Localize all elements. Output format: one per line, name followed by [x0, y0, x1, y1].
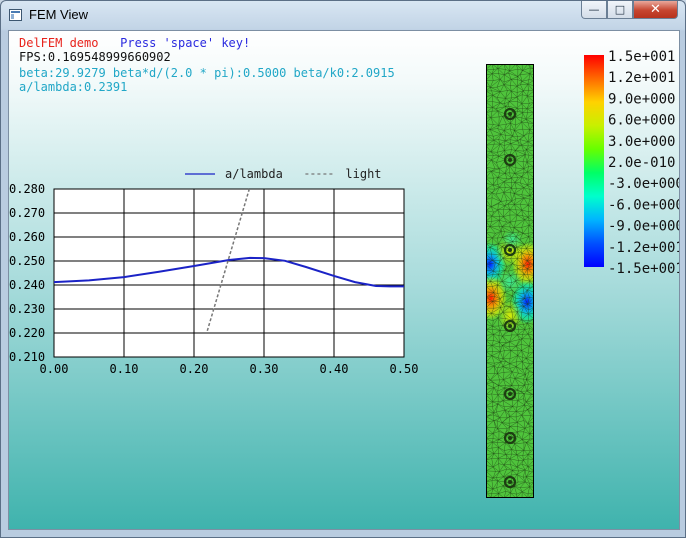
x-tick-label: 0.40 — [320, 362, 349, 376]
y-tick-label: 0.210 — [9, 350, 45, 364]
plot-area — [53, 188, 405, 358]
color-bar-label: 9.0e+000 — [608, 91, 675, 107]
legend-label-light: light — [345, 167, 381, 181]
color-bar-label: -3.0e+000 — [608, 176, 680, 192]
mesh-node-center — [508, 324, 512, 328]
y-tick-label: 0.230 — [9, 302, 45, 316]
mesh-node-center — [508, 436, 512, 440]
x-tick-label: 0.10 — [110, 362, 139, 376]
color-bar-label: 2.0e-010 — [608, 155, 675, 171]
fem-mesh-field — [486, 64, 534, 498]
y-tick-label: 0.240 — [9, 278, 45, 292]
mesh-node-center — [508, 480, 512, 484]
color-bar-label: 3.0e+000 — [608, 134, 675, 150]
x-tick-label: 0.20 — [180, 362, 209, 376]
y-tick-label: 0.260 — [9, 230, 45, 244]
color-bar-label: -1.5e+001 — [608, 261, 680, 277]
fps-readout: FPS:0.169548999660902 — [19, 50, 171, 64]
info-line-1: DelFEM demo Press 'space' key! — [19, 36, 250, 50]
beta-readout: beta:29.9279 beta*d/(2.0 * pi):0.5000 be… — [19, 66, 395, 80]
y-tick-label: 0.280 — [9, 182, 45, 196]
mesh-node-center — [508, 158, 512, 162]
fem-view-window: FEM View — □ ✕ DelFEM demo Press 'space'… — [0, 0, 686, 538]
demo-label: DelFEM demo — [19, 36, 99, 50]
window-controls: — □ ✕ — [581, 1, 678, 20]
space-key-prompt: Press 'space' key! — [120, 36, 251, 50]
x-tick-label: 0.30 — [250, 362, 279, 376]
legend-label-alambda: a/lambda — [225, 167, 283, 181]
color-bar-label: -6.0e+000 — [608, 197, 680, 213]
ratio-readout: a/lambda:0.2391 — [19, 80, 128, 94]
color-bar-label: 1.5e+001 — [608, 49, 675, 65]
y-tick-label: 0.250 — [9, 254, 45, 268]
y-tick-label: 0.270 — [9, 206, 45, 220]
mesh-node-center — [508, 392, 512, 396]
title-bar[interactable]: FEM View — □ ✕ — [1, 1, 685, 30]
app-window-icon — [9, 9, 22, 21]
color-bar-label: 1.2e+001 — [608, 70, 675, 86]
color-bar: 1.5e+001 1.2e+001 9.0e+000 6.0e+000 3.0e+000… — [584, 49, 680, 277]
dispersion-chart: 0.00 0.10 0.20 0.30 0.40 0.50 0.280 0.270 0.260 0… — [9, 167, 419, 376]
window-title: FEM View — [29, 7, 88, 22]
color-bar-label: 6.0e+000 — [608, 113, 675, 129]
mesh-node-center — [508, 248, 512, 252]
mesh-node-center — [508, 112, 512, 116]
color-bar-label: -1.2e+001 — [608, 240, 680, 256]
color-bar-label: -9.0e+000 — [608, 219, 680, 235]
x-tick-label: 0.50 — [390, 362, 419, 376]
minimize-button[interactable]: — — [581, 1, 607, 19]
x-tick-label: 0.00 — [40, 362, 69, 376]
color-bar-gradient — [584, 55, 604, 267]
maximize-button[interactable]: □ — [607, 1, 633, 19]
close-button[interactable]: ✕ — [633, 1, 678, 19]
y-tick-label: 0.220 — [9, 326, 45, 340]
gl-canvas[interactable]: DelFEM demo Press 'space' key! FPS:0.169… — [8, 30, 680, 530]
